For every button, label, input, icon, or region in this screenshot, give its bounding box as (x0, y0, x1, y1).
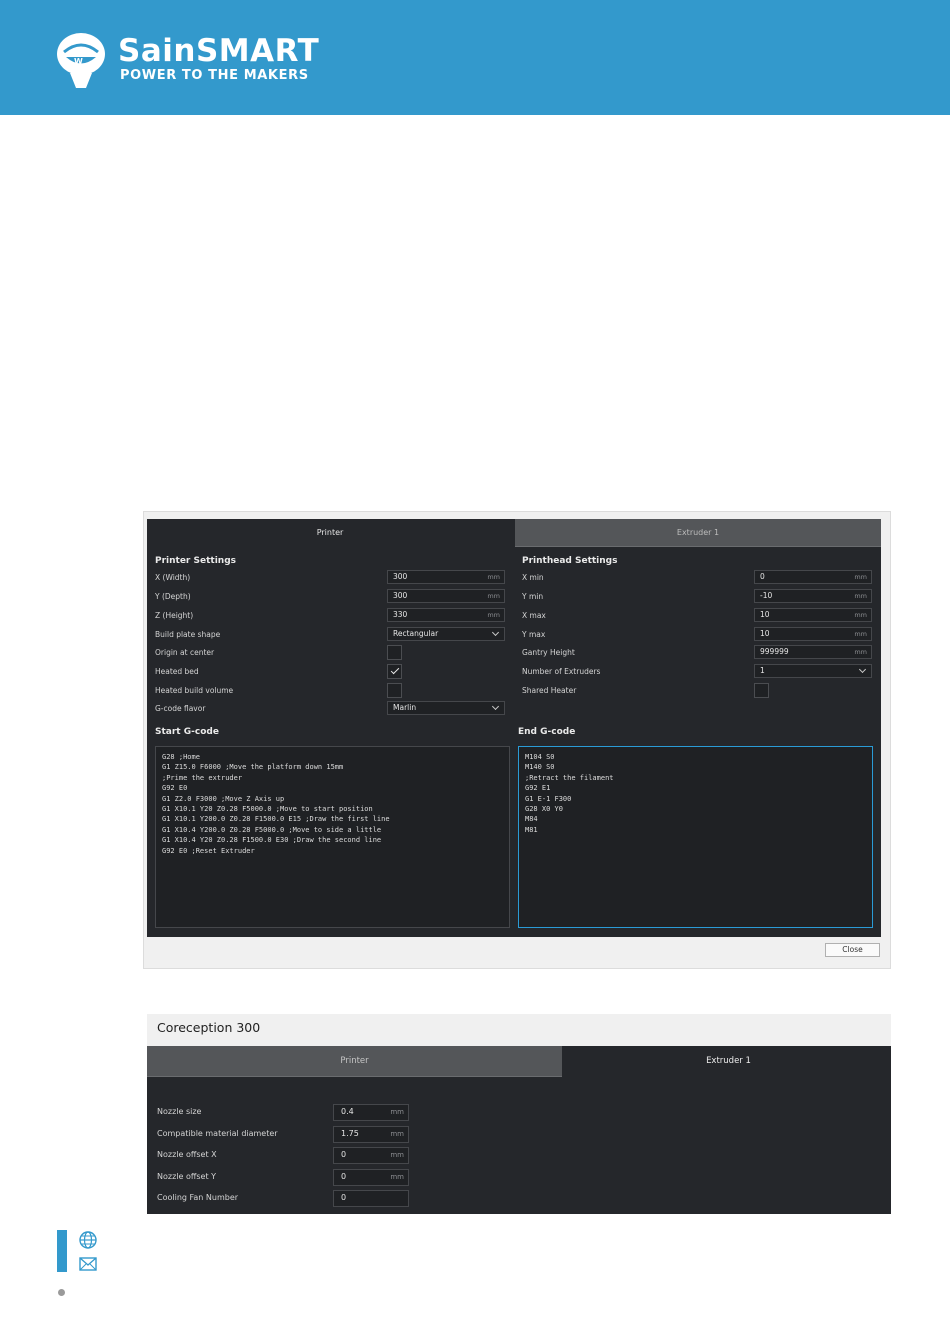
brand-name: SainSMART (118, 33, 320, 69)
tab-printer[interactable]: Printer (147, 519, 513, 547)
heated-build-volume-checkbox[interactable] (387, 683, 402, 698)
svg-text:W: W (74, 57, 83, 66)
end-gcode-editor[interactable]: M104 S0 M140 S0 ;Retract the filament G9… (518, 746, 873, 928)
build-plate-shape-label: Build plate shape (155, 630, 221, 639)
cooling-fan-number-field[interactable]: 0 (333, 1190, 409, 1207)
start-gcode-editor[interactable]: G28 ;Home G1 Z15.0 F6000 ;Move the platf… (155, 746, 510, 928)
y-depth-field[interactable]: 300 mm (387, 589, 505, 603)
tab-printer[interactable]: Printer (147, 1046, 562, 1077)
machine-settings-dialog: Printer Extruder 1 Printer Settings X (W… (143, 511, 891, 969)
machine-name-title: Coreception 300 (157, 1020, 261, 1035)
start-gcode-title: Start G-code (155, 727, 219, 737)
close-button[interactable]: Close (825, 943, 880, 957)
printhead-settings-title: Printhead Settings (522, 556, 618, 566)
printer-settings-title: Printer Settings (155, 556, 236, 566)
footer-accent-bar (57, 1230, 67, 1272)
extruder-settings-dialog: Coreception 300 Printer Extruder 1 Nozzl… (147, 1014, 891, 1214)
x-max-label: X max (522, 611, 546, 620)
shared-heater-label: Shared Heater (522, 686, 577, 695)
chevron-down-icon (491, 702, 500, 711)
y-max-label: Y max (522, 630, 546, 639)
y-min-label: Y min (522, 592, 544, 601)
page-header: W SainSMART POWER TO THE MAKERS (0, 0, 950, 115)
nozzle-offset-x-field[interactable]: 0 mm (333, 1147, 409, 1164)
y-max-field[interactable]: 10 mm (754, 627, 872, 641)
globe-icon (79, 1231, 97, 1249)
heated-bed-label: Heated bed (155, 667, 199, 676)
nozzle-offset-y-field[interactable]: 0 mm (333, 1169, 409, 1186)
chevron-down-icon (491, 628, 500, 637)
z-height-label: Z (Height) (155, 611, 194, 620)
nozzle-offset-x-label: Nozzle offset X (157, 1150, 217, 1159)
material-diameter-field[interactable]: 1.75 mm (333, 1126, 409, 1143)
y-depth-label: Y (Depth) (155, 592, 191, 601)
machine-settings-panel: Printer Extruder 1 Printer Settings X (W… (147, 519, 881, 937)
number-of-extruders-label: Number of Extruders (522, 667, 601, 676)
material-diameter-label: Compatible material diameter (157, 1129, 278, 1138)
chevron-down-icon (858, 665, 867, 674)
x-width-field[interactable]: 300 mm (387, 570, 505, 584)
checkmark-icon (390, 665, 400, 675)
origin-at-center-label: Origin at center (155, 648, 215, 657)
nozzle-offset-y-label: Nozzle offset Y (157, 1172, 217, 1181)
cooling-fan-number-label: Cooling Fan Number (157, 1193, 239, 1202)
sainsmart-logo-icon: W (57, 33, 105, 88)
x-min-label: X min (522, 573, 544, 582)
gantry-height-field[interactable]: 999999 mm (754, 645, 872, 659)
origin-at-center-checkbox[interactable] (387, 645, 402, 660)
gcode-flavor-label: G-code flavor (155, 704, 206, 713)
heated-bed-checkbox[interactable] (387, 664, 402, 679)
x-min-field[interactable]: 0 mm (754, 570, 872, 584)
heated-build-volume-label: Heated build volume (155, 686, 234, 695)
y-min-field[interactable]: -10 mm (754, 589, 872, 603)
nozzle-size-label: Nozzle size (157, 1107, 202, 1116)
gcode-flavor-select[interactable]: Marlin (387, 701, 505, 715)
tab-extruder-1[interactable]: Extruder 1 (566, 1046, 891, 1077)
build-plate-shape-select[interactable]: Rectangular (387, 627, 505, 641)
mail-icon (79, 1257, 97, 1271)
tab-extruder-1[interactable]: Extruder 1 (515, 519, 881, 547)
gantry-height-label: Gantry Height (522, 648, 575, 657)
bullet-dot (58, 1289, 65, 1296)
extruder-settings-panel: Printer Extruder 1 Nozzle size 0.4 mm Com… (147, 1046, 891, 1214)
nozzle-size-field[interactable]: 0.4 mm (333, 1104, 409, 1121)
x-width-label: X (Width) (155, 573, 191, 582)
z-height-field[interactable]: 330 mm (387, 608, 505, 622)
x-max-field[interactable]: 10 mm (754, 608, 872, 622)
brand-tagline: POWER TO THE MAKERS (120, 68, 309, 83)
number-of-extruders-select[interactable]: 1 (754, 664, 872, 678)
end-gcode-title: End G-code (518, 727, 576, 737)
shared-heater-checkbox[interactable] (754, 683, 769, 698)
